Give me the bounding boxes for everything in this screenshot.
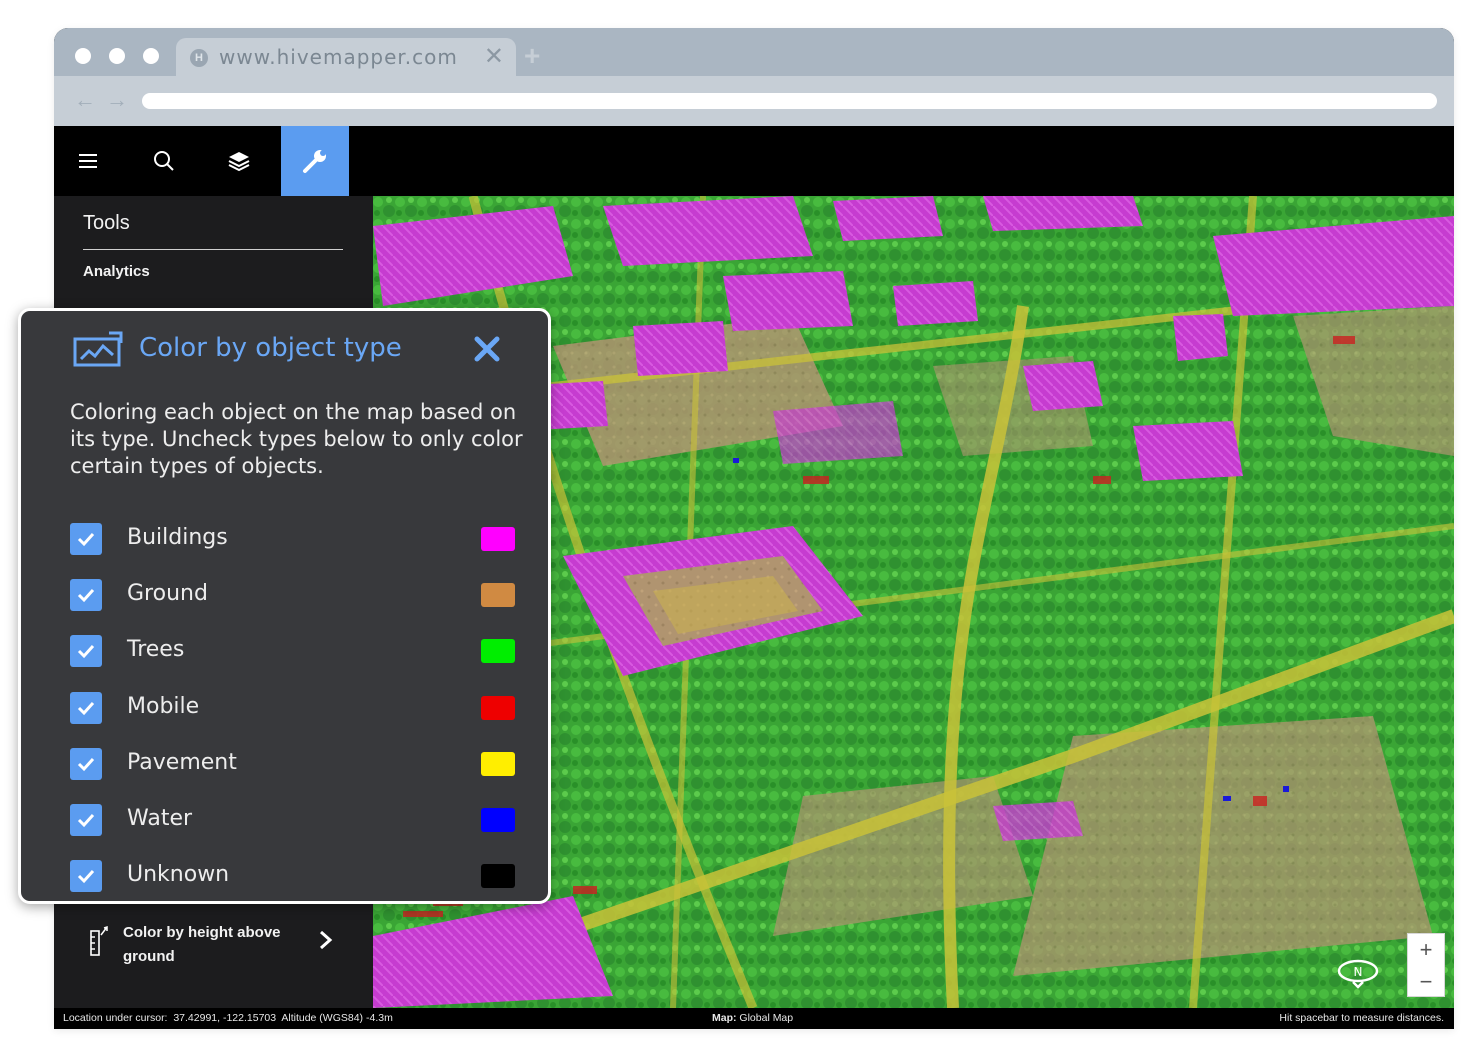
checkmark-icon xyxy=(77,869,95,884)
forward-arrow-icon[interactable]: → xyxy=(106,87,128,113)
layers-button[interactable] xyxy=(205,126,273,196)
color-swatch[interactable] xyxy=(481,527,515,551)
status-bar: Location under cursor: 37.42991, -122.15… xyxy=(54,1008,1454,1029)
close-icon[interactable] xyxy=(473,335,501,363)
wrench-icon xyxy=(303,150,326,173)
panel-description: Coloring each object on the map based on… xyxy=(70,400,523,478)
checkbox-ground[interactable] xyxy=(70,579,102,611)
zoom-in-button[interactable]: + xyxy=(1408,934,1444,965)
app-toolbar xyxy=(54,126,1454,196)
sidebar-divider xyxy=(83,249,343,250)
type-row-trees: Trees xyxy=(70,635,520,667)
chevron-right-icon xyxy=(320,930,333,950)
type-label: Ground xyxy=(127,581,208,606)
type-label: Trees xyxy=(127,637,185,662)
type-row-water: Water xyxy=(70,804,520,836)
window-minimize-dot[interactable] xyxy=(109,48,125,64)
color-swatch[interactable] xyxy=(481,752,515,776)
panel-title: Color by object type xyxy=(139,333,402,363)
color-by-object-type-panel: Color by object type Coloring each objec… xyxy=(18,308,551,904)
altitude-label: Altitude (WGS84) xyxy=(281,1012,364,1024)
menu-icon xyxy=(79,154,97,168)
measure-hint: Hit spacebar to measure distances. xyxy=(1279,1012,1444,1024)
browser-title-bar: H www.hivemapper.com ✕ + xyxy=(54,28,1454,76)
window-close-dot[interactable] xyxy=(75,48,91,64)
back-arrow-icon[interactable]: ← xyxy=(74,87,96,113)
tab-close-icon[interactable]: ✕ xyxy=(484,42,504,71)
checkbox-unknown[interactable] xyxy=(70,860,102,892)
type-label: Pavement xyxy=(127,750,237,775)
checkmark-icon xyxy=(77,701,95,716)
checkmark-icon xyxy=(77,644,95,659)
compass-label: N xyxy=(1354,965,1363,979)
height-ruler-icon xyxy=(90,925,108,956)
type-label: Buildings xyxy=(127,525,228,550)
chart-image-icon xyxy=(73,331,123,367)
tools-button[interactable] xyxy=(281,126,349,196)
browser-nav-bar: ← → xyxy=(54,76,1454,126)
favicon-icon: H xyxy=(190,49,208,67)
checkbox-pavement[interactable] xyxy=(70,748,102,780)
checkmark-icon xyxy=(77,588,95,603)
color-by-height-label: Color by height above ground xyxy=(123,924,281,965)
color-swatch[interactable] xyxy=(481,864,515,888)
type-row-unknown: Unknown xyxy=(70,860,520,892)
type-row-mobile: Mobile xyxy=(70,692,520,724)
map-source: Map: Global Map xyxy=(712,1012,793,1024)
sidebar-title: Tools xyxy=(83,212,130,234)
cursor-location-readout: Location under cursor: 37.42991, -122.15… xyxy=(63,1012,393,1024)
type-label: Water xyxy=(127,806,193,831)
browser-tab[interactable]: H www.hivemapper.com ✕ xyxy=(176,38,516,76)
search-icon xyxy=(154,151,174,171)
color-by-height-button[interactable]: Color by height above ground xyxy=(88,921,348,981)
menu-button[interactable] xyxy=(54,126,122,196)
checkbox-water[interactable] xyxy=(70,804,102,836)
color-swatch[interactable] xyxy=(481,808,515,832)
color-swatch[interactable] xyxy=(481,583,515,607)
window-maximize-dot[interactable] xyxy=(143,48,159,64)
map-value: Global Map xyxy=(739,1012,794,1024)
type-label: Mobile xyxy=(127,694,200,719)
sidebar-item-analytics[interactable]: Analytics xyxy=(83,263,150,280)
layers-icon xyxy=(228,152,250,172)
zoom-out-button[interactable]: − xyxy=(1408,966,1444,997)
checkmark-icon xyxy=(77,813,95,828)
checkbox-mobile[interactable] xyxy=(70,692,102,724)
new-tab-icon[interactable]: + xyxy=(524,40,540,72)
type-row-pavement: Pavement xyxy=(70,748,520,780)
checkbox-buildings[interactable] xyxy=(70,523,102,555)
type-row-buildings: Buildings xyxy=(70,523,520,555)
address-bar[interactable] xyxy=(142,93,1437,109)
checkmark-icon xyxy=(77,532,95,547)
map-label: Map: xyxy=(712,1012,737,1024)
type-row-ground: Ground xyxy=(70,579,520,611)
color-swatch[interactable] xyxy=(481,639,515,663)
checkbox-trees[interactable] xyxy=(70,635,102,667)
type-label: Unknown xyxy=(127,862,230,887)
zoom-control: + − xyxy=(1407,933,1445,997)
location-value: 37.42991, -122.15703 xyxy=(173,1012,277,1024)
compass-icon[interactable]: N xyxy=(1336,956,1380,990)
altitude-value: -4.3m xyxy=(365,1012,393,1024)
color-swatch[interactable] xyxy=(481,696,515,720)
tab-title: www.hivemapper.com xyxy=(219,45,458,69)
search-button[interactable] xyxy=(130,126,198,196)
location-label: Location under cursor: xyxy=(63,1012,168,1024)
checkmark-icon xyxy=(77,757,95,772)
